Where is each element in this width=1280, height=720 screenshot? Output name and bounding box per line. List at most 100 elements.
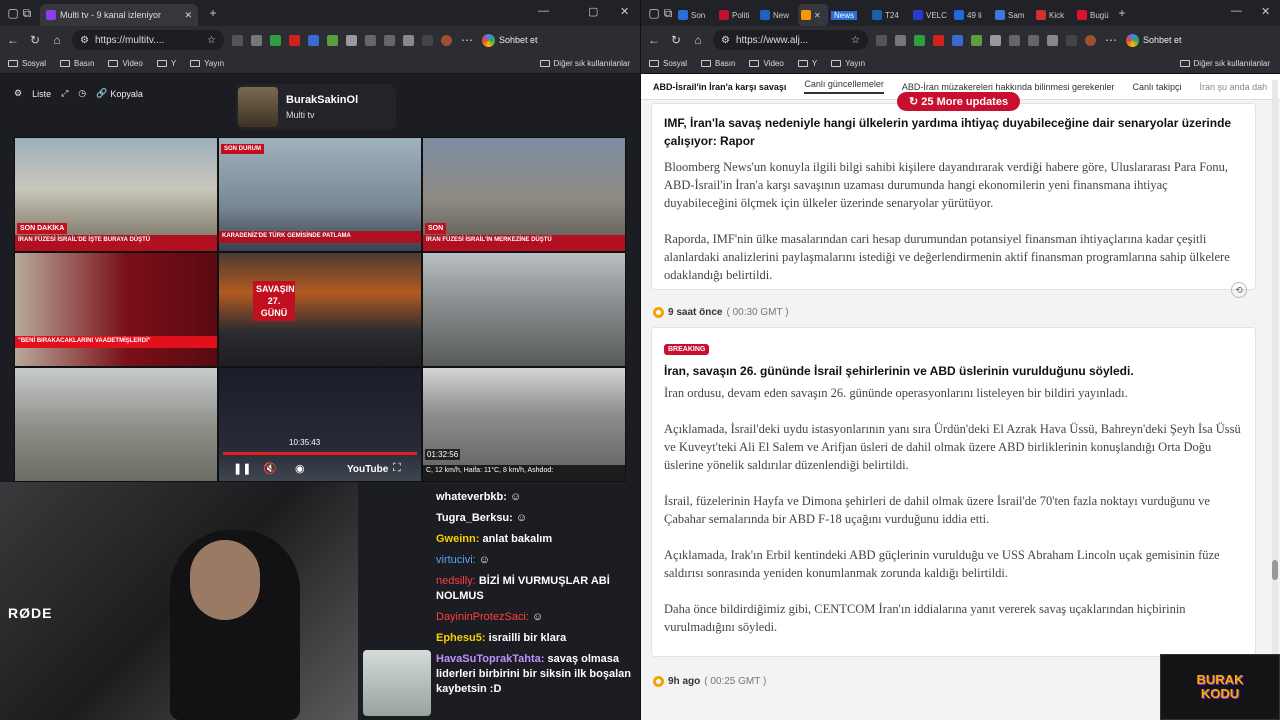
other-favorites[interactable]: Diğer sık kullanılanlar bbox=[1179, 59, 1270, 68]
home-icon[interactable]: ⌂ bbox=[691, 33, 705, 47]
progress-bar[interactable] bbox=[223, 452, 417, 455]
url-field[interactable]: ⚙ https://www.alj... ☆ bbox=[713, 30, 868, 50]
back-icon[interactable]: ← bbox=[647, 33, 661, 47]
extension-icon[interactable] bbox=[990, 34, 1001, 46]
video-tile-5[interactable]: SAVAŞIN 27. GÜNÜ bbox=[218, 252, 422, 367]
bookmark-folder[interactable]: Basın bbox=[701, 59, 735, 68]
tab-item[interactable]: VELC bbox=[910, 4, 951, 26]
pause-icon[interactable]: ❚❚ bbox=[233, 462, 251, 475]
vertical-scrollbar[interactable] bbox=[1272, 80, 1278, 700]
new-tab-icon[interactable]: + bbox=[1115, 6, 1129, 20]
bookmark-folder[interactable]: Y bbox=[156, 59, 176, 68]
favorite-star-icon[interactable]: ☆ bbox=[851, 35, 860, 46]
tab-item[interactable]: New bbox=[757, 4, 798, 26]
extension-icon[interactable] bbox=[346, 34, 357, 46]
tab-item[interactable]: 49 li bbox=[951, 4, 992, 26]
mute-icon[interactable]: 🔇 bbox=[263, 462, 277, 475]
close-tab-icon[interactable]: ✕ bbox=[814, 11, 821, 20]
tab-item[interactable]: News bbox=[828, 4, 869, 26]
other-favorites[interactable]: Diğer sık kullanılanlar bbox=[539, 59, 630, 68]
timer-icon[interactable]: ◷ bbox=[78, 88, 86, 99]
list-button[interactable]: Liste bbox=[32, 89, 51, 99]
collections-icon[interactable] bbox=[1028, 34, 1039, 46]
extension-icon[interactable] bbox=[308, 34, 319, 46]
tab-groups-icon[interactable]: ⧉ bbox=[20, 6, 34, 21]
tab-item-active[interactable]: ✕ bbox=[798, 4, 828, 26]
extension-icon[interactable] bbox=[933, 34, 944, 46]
close-window-icon[interactable]: ✕ bbox=[1261, 5, 1270, 18]
split-screen-icon[interactable] bbox=[1009, 34, 1020, 46]
maximize-icon[interactable]: ▢ bbox=[588, 5, 598, 18]
close-window-icon[interactable]: ✕ bbox=[620, 5, 629, 18]
browser-essentials-icon[interactable] bbox=[422, 34, 433, 46]
bookmark-folder[interactable]: Video bbox=[108, 59, 143, 68]
extension-icon[interactable] bbox=[895, 34, 906, 46]
tab-actions-icon[interactable]: ▢ bbox=[6, 6, 20, 20]
extension-icon[interactable] bbox=[251, 34, 262, 46]
tab-item[interactable]: Politi bbox=[716, 4, 757, 26]
refresh-icon[interactable]: ↻ bbox=[28, 33, 42, 47]
fullscreen-icon[interactable]: ⤢ bbox=[61, 88, 68, 99]
fullscreen-icon[interactable]: ⛶ bbox=[393, 462, 401, 475]
nav-item[interactable]: Canlı takipçi bbox=[1133, 82, 1182, 92]
share-icon[interactable]: ⟲ bbox=[1231, 282, 1247, 298]
split-screen-icon[interactable] bbox=[365, 34, 376, 46]
new-tab-icon[interactable]: + bbox=[206, 6, 220, 20]
home-icon[interactable]: ⌂ bbox=[50, 33, 64, 47]
settings-icon[interactable]: ⚙ bbox=[14, 88, 22, 99]
extension-icon[interactable] bbox=[289, 34, 300, 46]
refresh-icon[interactable]: ↻ bbox=[669, 33, 683, 47]
bookmark-folder[interactable]: Video bbox=[749, 59, 784, 68]
site-info-icon[interactable]: ⚙ bbox=[721, 35, 730, 46]
favorites-icon[interactable] bbox=[1047, 34, 1058, 46]
video-tile-4[interactable]: "BENİ BIRAKACAKLARINI VAADETMİŞLERDİ" bbox=[14, 252, 218, 367]
browser-essentials-icon[interactable] bbox=[1066, 34, 1077, 46]
more-icon[interactable]: ⋯ bbox=[460, 33, 474, 47]
extension-icon[interactable] bbox=[270, 34, 281, 46]
profile-avatar[interactable] bbox=[441, 34, 452, 46]
channel-card[interactable]: BurakSakinOl Multi tv bbox=[236, 84, 396, 130]
tab-groups-icon[interactable]: ⧉ bbox=[661, 6, 675, 21]
nav-item[interactable]: İran şu anda dah bbox=[1200, 82, 1268, 92]
bookmark-folder[interactable]: Basın bbox=[60, 59, 94, 68]
tab-item[interactable]: Son bbox=[675, 4, 716, 26]
video-tile-7[interactable] bbox=[14, 367, 218, 482]
screenshot-icon[interactable]: ◉ bbox=[295, 462, 305, 475]
scrollbar-thumb[interactable] bbox=[1272, 560, 1278, 580]
extension-icon[interactable] bbox=[232, 34, 243, 46]
favorite-star-icon[interactable]: ☆ bbox=[207, 35, 216, 46]
nav-item[interactable]: ABD-İsrail'in İran'a karşı savaşı bbox=[653, 82, 786, 92]
tab-item[interactable]: Kick bbox=[1033, 4, 1074, 26]
site-info-icon[interactable]: ⚙ bbox=[80, 35, 89, 46]
tab-multitv[interactable]: Multi tv - 9 kanal izleniyor ✕ bbox=[40, 4, 198, 26]
back-icon[interactable]: ← bbox=[6, 33, 20, 47]
collections-icon[interactable] bbox=[384, 34, 395, 46]
bookmark-folder[interactable]: Sosyal bbox=[649, 59, 687, 68]
extension-icon[interactable] bbox=[914, 34, 925, 46]
extension-icon[interactable] bbox=[971, 34, 982, 46]
bookmark-folder[interactable]: Sosyal bbox=[8, 59, 46, 68]
nav-item-live-updates[interactable]: Canlı güncellemeler bbox=[804, 79, 884, 94]
bookmark-folder[interactable]: Yayın bbox=[190, 59, 224, 68]
tab-actions-icon[interactable]: ▢ bbox=[647, 6, 661, 20]
youtube-logo[interactable]: YouTube bbox=[347, 464, 388, 475]
bookmark-folder[interactable]: Yayın bbox=[831, 59, 865, 68]
tab-item[interactable]: Bugü bbox=[1074, 4, 1115, 26]
video-tile-8[interactable]: 10:35:43 ❚❚ 🔇 ◉ YouTube ⛶ bbox=[218, 367, 422, 482]
minimize-icon[interactable]: — bbox=[538, 5, 549, 17]
video-tile-3[interactable]: SON İRAN FÜZESİ İSRAİL'İN MERKEZİNE DÜŞT… bbox=[422, 137, 626, 252]
more-updates-pill[interactable]: ↻ 25 More updates bbox=[897, 92, 1021, 111]
copilot-chat-button[interactable]: Sohbet et bbox=[1126, 33, 1182, 47]
favorites-icon[interactable] bbox=[403, 34, 414, 46]
minimize-icon[interactable]: — bbox=[1231, 5, 1242, 17]
video-tile-1[interactable]: SON DAKİKA İRAN FÜZESİ İSRAİL'DE İŞTE BU… bbox=[14, 137, 218, 252]
profile-avatar[interactable] bbox=[1085, 34, 1096, 46]
video-tile-9[interactable]: 01:32:56 C, 12 km/h, Haifa: 11°C, 8 km/h… bbox=[422, 367, 626, 482]
video-tile-6[interactable] bbox=[422, 252, 626, 367]
tab-item[interactable]: Sam bbox=[992, 4, 1033, 26]
more-icon[interactable]: ⋯ bbox=[1104, 33, 1118, 47]
extension-icon[interactable] bbox=[876, 34, 887, 46]
extension-icon[interactable] bbox=[327, 34, 338, 46]
extension-icon[interactable] bbox=[952, 34, 963, 46]
nav-item[interactable]: ABD-İran müzakereleri hakkında bilinmesi… bbox=[902, 82, 1115, 92]
